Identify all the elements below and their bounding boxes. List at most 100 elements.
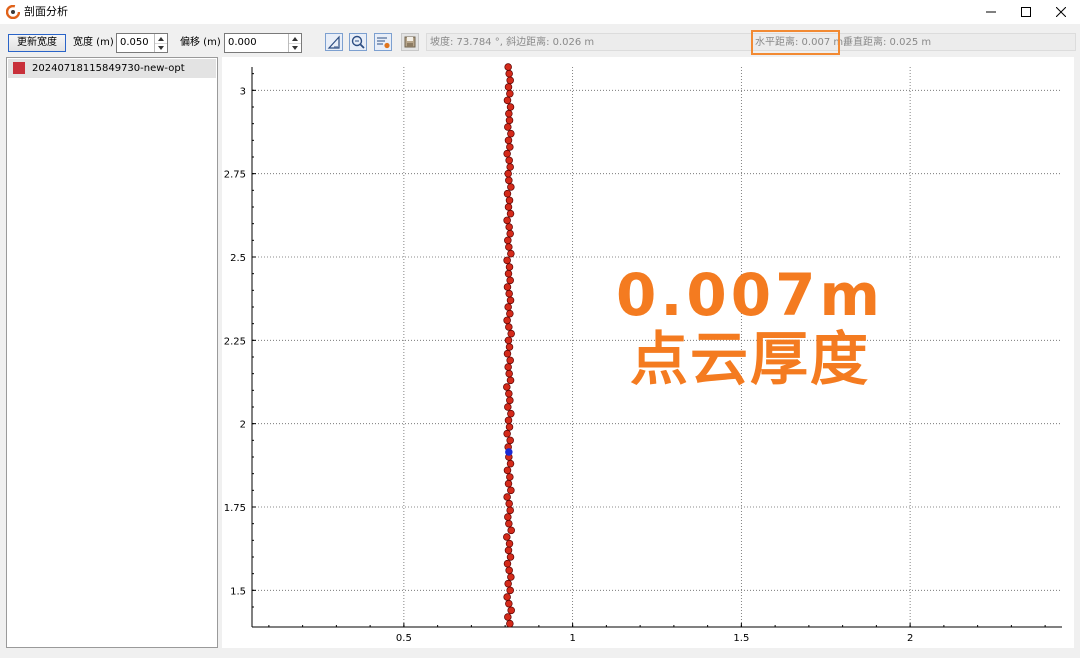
- width-stepper[interactable]: [154, 34, 167, 52]
- close-icon: [1056, 7, 1066, 17]
- offset-value[interactable]: 0.000: [228, 37, 257, 49]
- data-point: [505, 448, 513, 456]
- data-point: [504, 416, 513, 425]
- data-point: [504, 203, 513, 211]
- ruler-icon: [327, 35, 340, 49]
- data-point: [505, 369, 513, 378]
- data-point: [505, 566, 513, 575]
- data-point: [503, 283, 512, 291]
- data-point: [506, 229, 514, 238]
- data-point: [506, 553, 515, 561]
- data-point: [505, 323, 513, 331]
- thickness-value-caption: 0.007m: [616, 261, 884, 329]
- data-point: [503, 429, 511, 438]
- display-settings-button[interactable]: [374, 33, 392, 51]
- data-point: [505, 289, 513, 298]
- data-point: [505, 539, 514, 548]
- data-point: [506, 309, 514, 318]
- x-tick-label: 1: [569, 633, 575, 644]
- offset-decrement-button[interactable]: [289, 43, 301, 52]
- data-point: [505, 243, 513, 251]
- data-point: [506, 506, 514, 515]
- update-width-button[interactable]: 更新宽度: [8, 34, 66, 52]
- data-point: [505, 69, 513, 78]
- data-point: [507, 573, 515, 581]
- data-point: [504, 169, 512, 178]
- data-point: [503, 256, 511, 265]
- zoom-fit-icon: [351, 35, 365, 49]
- data-point: [507, 486, 515, 495]
- title-bar: 剖面分析: [0, 0, 1080, 24]
- data-point: [505, 389, 513, 398]
- x-tick-label: 2: [907, 633, 913, 644]
- save-button[interactable]: [401, 33, 419, 51]
- layer-name: 20240718115849730-new-opt: [32, 63, 185, 74]
- slope-readout: 坡度: 73.784 °, 斜边距离: 0.026 m: [430, 37, 595, 48]
- y-tick-label: 2.25: [224, 336, 246, 347]
- data-point: [504, 363, 512, 371]
- data-point: [504, 403, 512, 411]
- data-point: [507, 129, 515, 138]
- data-point: [504, 546, 513, 555]
- data-point: [506, 619, 514, 628]
- layer-list-panel: 20240718115849730-new-opt: [6, 57, 218, 648]
- data-point: [506, 396, 514, 405]
- offset-spinbox[interactable]: 0.000: [224, 33, 302, 53]
- measure-tool-button[interactable]: [325, 33, 343, 51]
- data-point: [505, 499, 513, 508]
- data-point: [507, 249, 515, 258]
- data-point: [503, 533, 511, 541]
- data-point: [503, 493, 511, 501]
- data-point: [507, 526, 515, 535]
- minimize-button[interactable]: [973, 0, 1009, 24]
- data-point: [505, 196, 514, 205]
- data-point: [506, 163, 514, 171]
- data-point: [505, 519, 513, 528]
- x-tick-label: 0.5: [396, 633, 412, 644]
- data-point: [503, 149, 511, 158]
- data-point: [506, 356, 514, 365]
- data-point: [506, 276, 514, 285]
- data-point: [504, 613, 512, 621]
- data-point: [506, 143, 514, 151]
- chevron-up-icon: [292, 36, 298, 41]
- data-point: [506, 296, 515, 305]
- y-tick-label: 2: [240, 420, 246, 431]
- data-point: [507, 329, 515, 338]
- layer-list-item[interactable]: 20240718115849730-new-opt: [8, 59, 216, 78]
- data-point: [505, 343, 514, 351]
- app-logo-icon: [6, 5, 20, 19]
- data-point: [504, 513, 512, 521]
- layer-color-swatch: [13, 62, 25, 74]
- data-point: [503, 349, 512, 358]
- maximize-button[interactable]: [1008, 0, 1044, 24]
- thickness-title-caption: 点云厚度: [629, 325, 870, 393]
- offset-stepper[interactable]: [288, 34, 301, 52]
- close-button[interactable]: [1043, 0, 1079, 24]
- data-point: [504, 479, 513, 488]
- save-icon: [404, 36, 416, 48]
- settings-list-icon: [377, 37, 390, 49]
- data-point: [505, 109, 513, 118]
- data-point: [506, 209, 515, 218]
- chevron-up-icon: [158, 36, 164, 41]
- data-point: [507, 409, 515, 418]
- data-point: [505, 223, 513, 231]
- data-point: [505, 263, 514, 271]
- data-point: [507, 183, 515, 191]
- zoom-fit-button[interactable]: [349, 33, 367, 51]
- data-point: [507, 606, 515, 615]
- data-point: [504, 63, 512, 71]
- data-point: [503, 383, 511, 391]
- width-value[interactable]: 0.050: [120, 37, 149, 49]
- y-tick-label: 2.75: [224, 170, 246, 181]
- data-point: [506, 586, 514, 595]
- window-title: 剖面分析: [24, 5, 68, 18]
- data-point: [504, 83, 513, 91]
- width-decrement-button[interactable]: [155, 43, 167, 52]
- toolbar: 更新宽度 宽度 (m) 0.050 偏移 (m) 0.000 坡度: 73.78…: [0, 24, 1080, 58]
- data-point: [503, 96, 512, 105]
- width-spinbox[interactable]: 0.050: [116, 33, 168, 53]
- y-tick-label: 3: [240, 86, 246, 97]
- data-point: [503, 316, 511, 325]
